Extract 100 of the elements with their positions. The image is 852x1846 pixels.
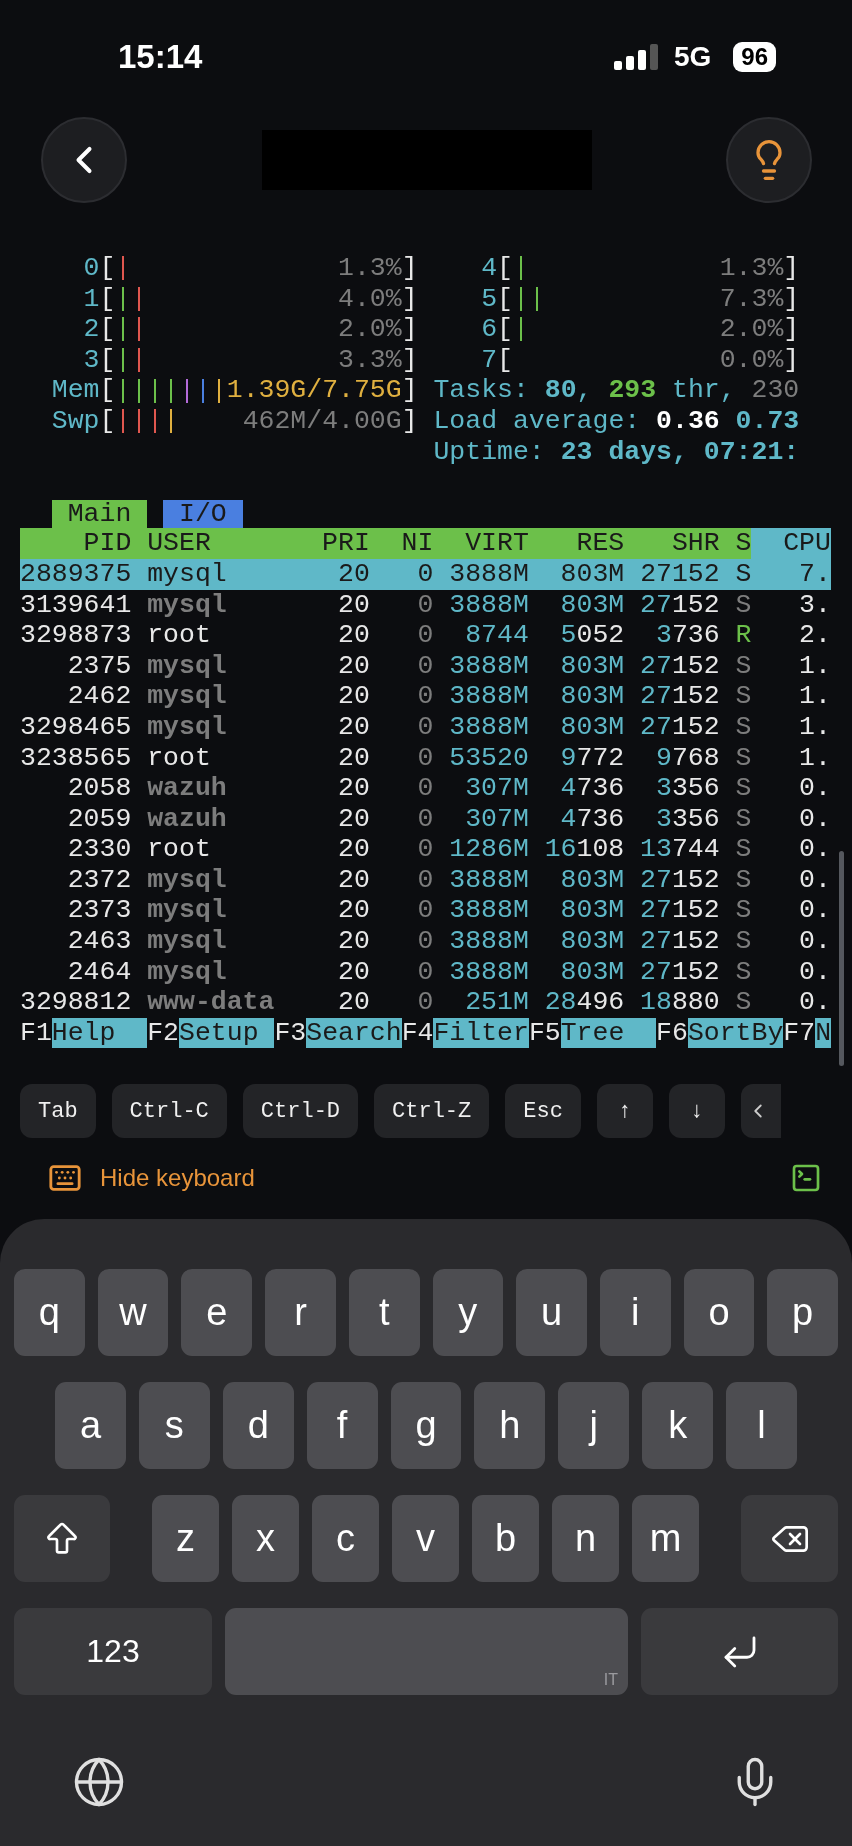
letter-key[interactable]: d (222, 1382, 294, 1470)
column-header[interactable]: SHR (624, 528, 720, 559)
pid-cell: 3298873 (20, 620, 132, 651)
bracket: [ (497, 253, 513, 284)
resident-memory-cell-text: 803M (559, 864, 625, 896)
column-header[interactable]: PID (20, 528, 132, 559)
shortcut-key[interactable]: Ctrl-D (242, 1084, 359, 1139)
backspace-key[interactable] (741, 1495, 838, 1583)
letter-key[interactable]: a (55, 1382, 126, 1470)
function-key-action[interactable]: Filter (433, 1017, 529, 1049)
column-header[interactable]: NI (369, 528, 434, 559)
resident-memory-cell-text: 803M (559, 589, 625, 621)
column-header[interactable]: PRI (290, 528, 370, 559)
process-row[interactable]: 3298812 www-data 20 0 251M 28496 18880 S 0. (20, 987, 832, 1018)
process-row[interactable]: 2889375 mysql 20 0 3888M 803M 27152 S 7. (20, 558, 832, 590)
letter-key[interactable]: o (683, 1269, 755, 1357)
shared-memory-cell-text: 9768 (655, 742, 720, 774)
letter-key[interactable]: p (767, 1269, 839, 1357)
letter-key[interactable]: c (312, 1495, 379, 1583)
process-row[interactable]: 2464 mysql 20 0 3888M 803M 27152 S 0. (20, 956, 832, 988)
column-header[interactable]: S (735, 528, 752, 559)
column-header[interactable]: USER (147, 528, 291, 559)
process-row[interactable]: 2372 mysql 20 0 3888M 803M 27152 S 0. (20, 864, 832, 896)
letter-key[interactable]: s (138, 1382, 210, 1470)
letter-key[interactable]: t (348, 1269, 420, 1357)
function-key-number: F1 (20, 1017, 52, 1049)
screen-tab[interactable]: Main (51, 500, 148, 529)
letter-key[interactable]: w (97, 1269, 169, 1357)
function-key-number: F6 (656, 1017, 688, 1049)
letter-key[interactable]: r (265, 1269, 336, 1357)
letter-key[interactable]: j (558, 1382, 630, 1470)
letter-key[interactable]: m (632, 1495, 699, 1583)
cpu-reading: 1.3% (719, 253, 784, 284)
scrollbar[interactable] (839, 851, 844, 1066)
cpu-cell-text: 0. (798, 834, 831, 865)
cpu-cell-text: 7. (798, 558, 831, 590)
shortcut-key[interactable]: Ctrl-C (111, 1084, 227, 1139)
shared-memory-cell-text: 27152 (639, 558, 720, 590)
process-row[interactable]: 3298873 root 20 0 8744 5052 3736 R 2. (20, 620, 832, 651)
letter-key[interactable]: u (516, 1269, 587, 1357)
process-row[interactable]: 3238565 root 20 0 53520 9772 9768 S 1. (20, 742, 832, 774)
function-key-number: F4 (401, 1017, 434, 1049)
shared-memory-cell-text: 27152 (639, 926, 720, 957)
function-key-action[interactable]: Help (51, 1017, 148, 1049)
column-header[interactable]: RES (528, 528, 625, 559)
shortcut-key[interactable]: ↑ (596, 1084, 653, 1139)
letter-key[interactable]: i (599, 1269, 671, 1357)
resident-memory-cell-text: 803M (559, 558, 625, 590)
letter-key[interactable]: y (432, 1269, 504, 1357)
priority-cell-text: 20 (337, 987, 370, 1018)
process-row[interactable]: 2375 mysql 20 0 3888M 803M 27152 S 1. (20, 650, 832, 682)
process-row[interactable]: 2463 mysql 20 0 3888M 803M 27152 S 0. (20, 926, 832, 957)
letter-key[interactable]: v (392, 1495, 459, 1583)
letter-key[interactable]: e (181, 1269, 253, 1357)
bracket: [ (99, 375, 116, 406)
state-cell: S (735, 834, 752, 865)
shortcut-key[interactable]: Esc (505, 1084, 581, 1139)
process-row[interactable]: 2059 wazuh 20 0 307M 4736 3356 S 0. (20, 803, 832, 835)
letter-key[interactable]: g (390, 1382, 462, 1470)
process-row[interactable]: 2330 root 20 0 1286M 16108 13744 S 0. (20, 834, 832, 865)
column-header[interactable]: CPU (751, 528, 831, 559)
function-key-action[interactable]: N (815, 1017, 832, 1049)
function-key-action[interactable]: Setup (179, 1017, 275, 1049)
shortcut-key[interactable]: ↓ (668, 1084, 725, 1139)
shortcut-key[interactable]: Tab (20, 1084, 96, 1139)
letter-key[interactable]: f (306, 1382, 378, 1470)
letter-key[interactable]: x (232, 1495, 299, 1583)
state-cell: S (735, 558, 752, 590)
shift-key[interactable] (14, 1495, 110, 1583)
letter-key[interactable]: n (552, 1495, 619, 1583)
function-key-number: F7 (783, 1017, 816, 1049)
process-row[interactable]: 2373 mysql 20 0 3888M 803M 27152 S 0. (20, 895, 832, 927)
virtual-memory-cell-text: 3888M (448, 589, 529, 621)
hide-keyboard-button[interactable]: Hide keyboard (100, 1164, 255, 1193)
letter-key[interactable]: q (14, 1269, 85, 1357)
pid-cell-text: 2464 (66, 956, 132, 988)
nice-cell-text: 0 (416, 895, 434, 927)
bracket: [ (497, 344, 513, 376)
letter-key[interactable]: h (474, 1382, 546, 1470)
function-key-action[interactable]: Search (306, 1017, 402, 1049)
memory-label: Swp (50, 405, 100, 437)
process-row[interactable]: 2462 mysql 20 0 3888M 803M 27152 S 1. (20, 681, 832, 712)
screen-tab[interactable]: I/O (163, 500, 243, 529)
process-row[interactable]: 2058 wazuh 20 0 307M 4736 3356 S 0. (20, 773, 832, 804)
cpu-cell-text: 3. (798, 589, 831, 621)
process-row[interactable]: 3139641 mysql 20 0 3888M 803M 27152 S 3. (20, 589, 832, 621)
cpu-cell-text: 1. (798, 681, 831, 712)
letter-key[interactable]: b (472, 1495, 539, 1583)
user-cell-text: root (147, 742, 212, 774)
user-cell-text: mysql (147, 589, 228, 621)
numbers-key[interactable]: 123 (14, 1608, 212, 1696)
process-row[interactable]: 3298465 mysql 20 0 3888M 803M 27152 S 1. (20, 711, 832, 743)
letter-key[interactable]: k (642, 1382, 714, 1470)
function-key-action[interactable]: SortBy (687, 1017, 784, 1049)
shortcut-key[interactable]: Ctrl-Z (374, 1084, 490, 1139)
column-header[interactable]: VIRT (433, 528, 529, 559)
virtual-memory-cell-text: 307M (464, 773, 529, 804)
letter-key[interactable]: z (152, 1495, 219, 1583)
function-key-action[interactable]: Tree (560, 1017, 657, 1049)
letter-key[interactable]: l (726, 1382, 797, 1470)
